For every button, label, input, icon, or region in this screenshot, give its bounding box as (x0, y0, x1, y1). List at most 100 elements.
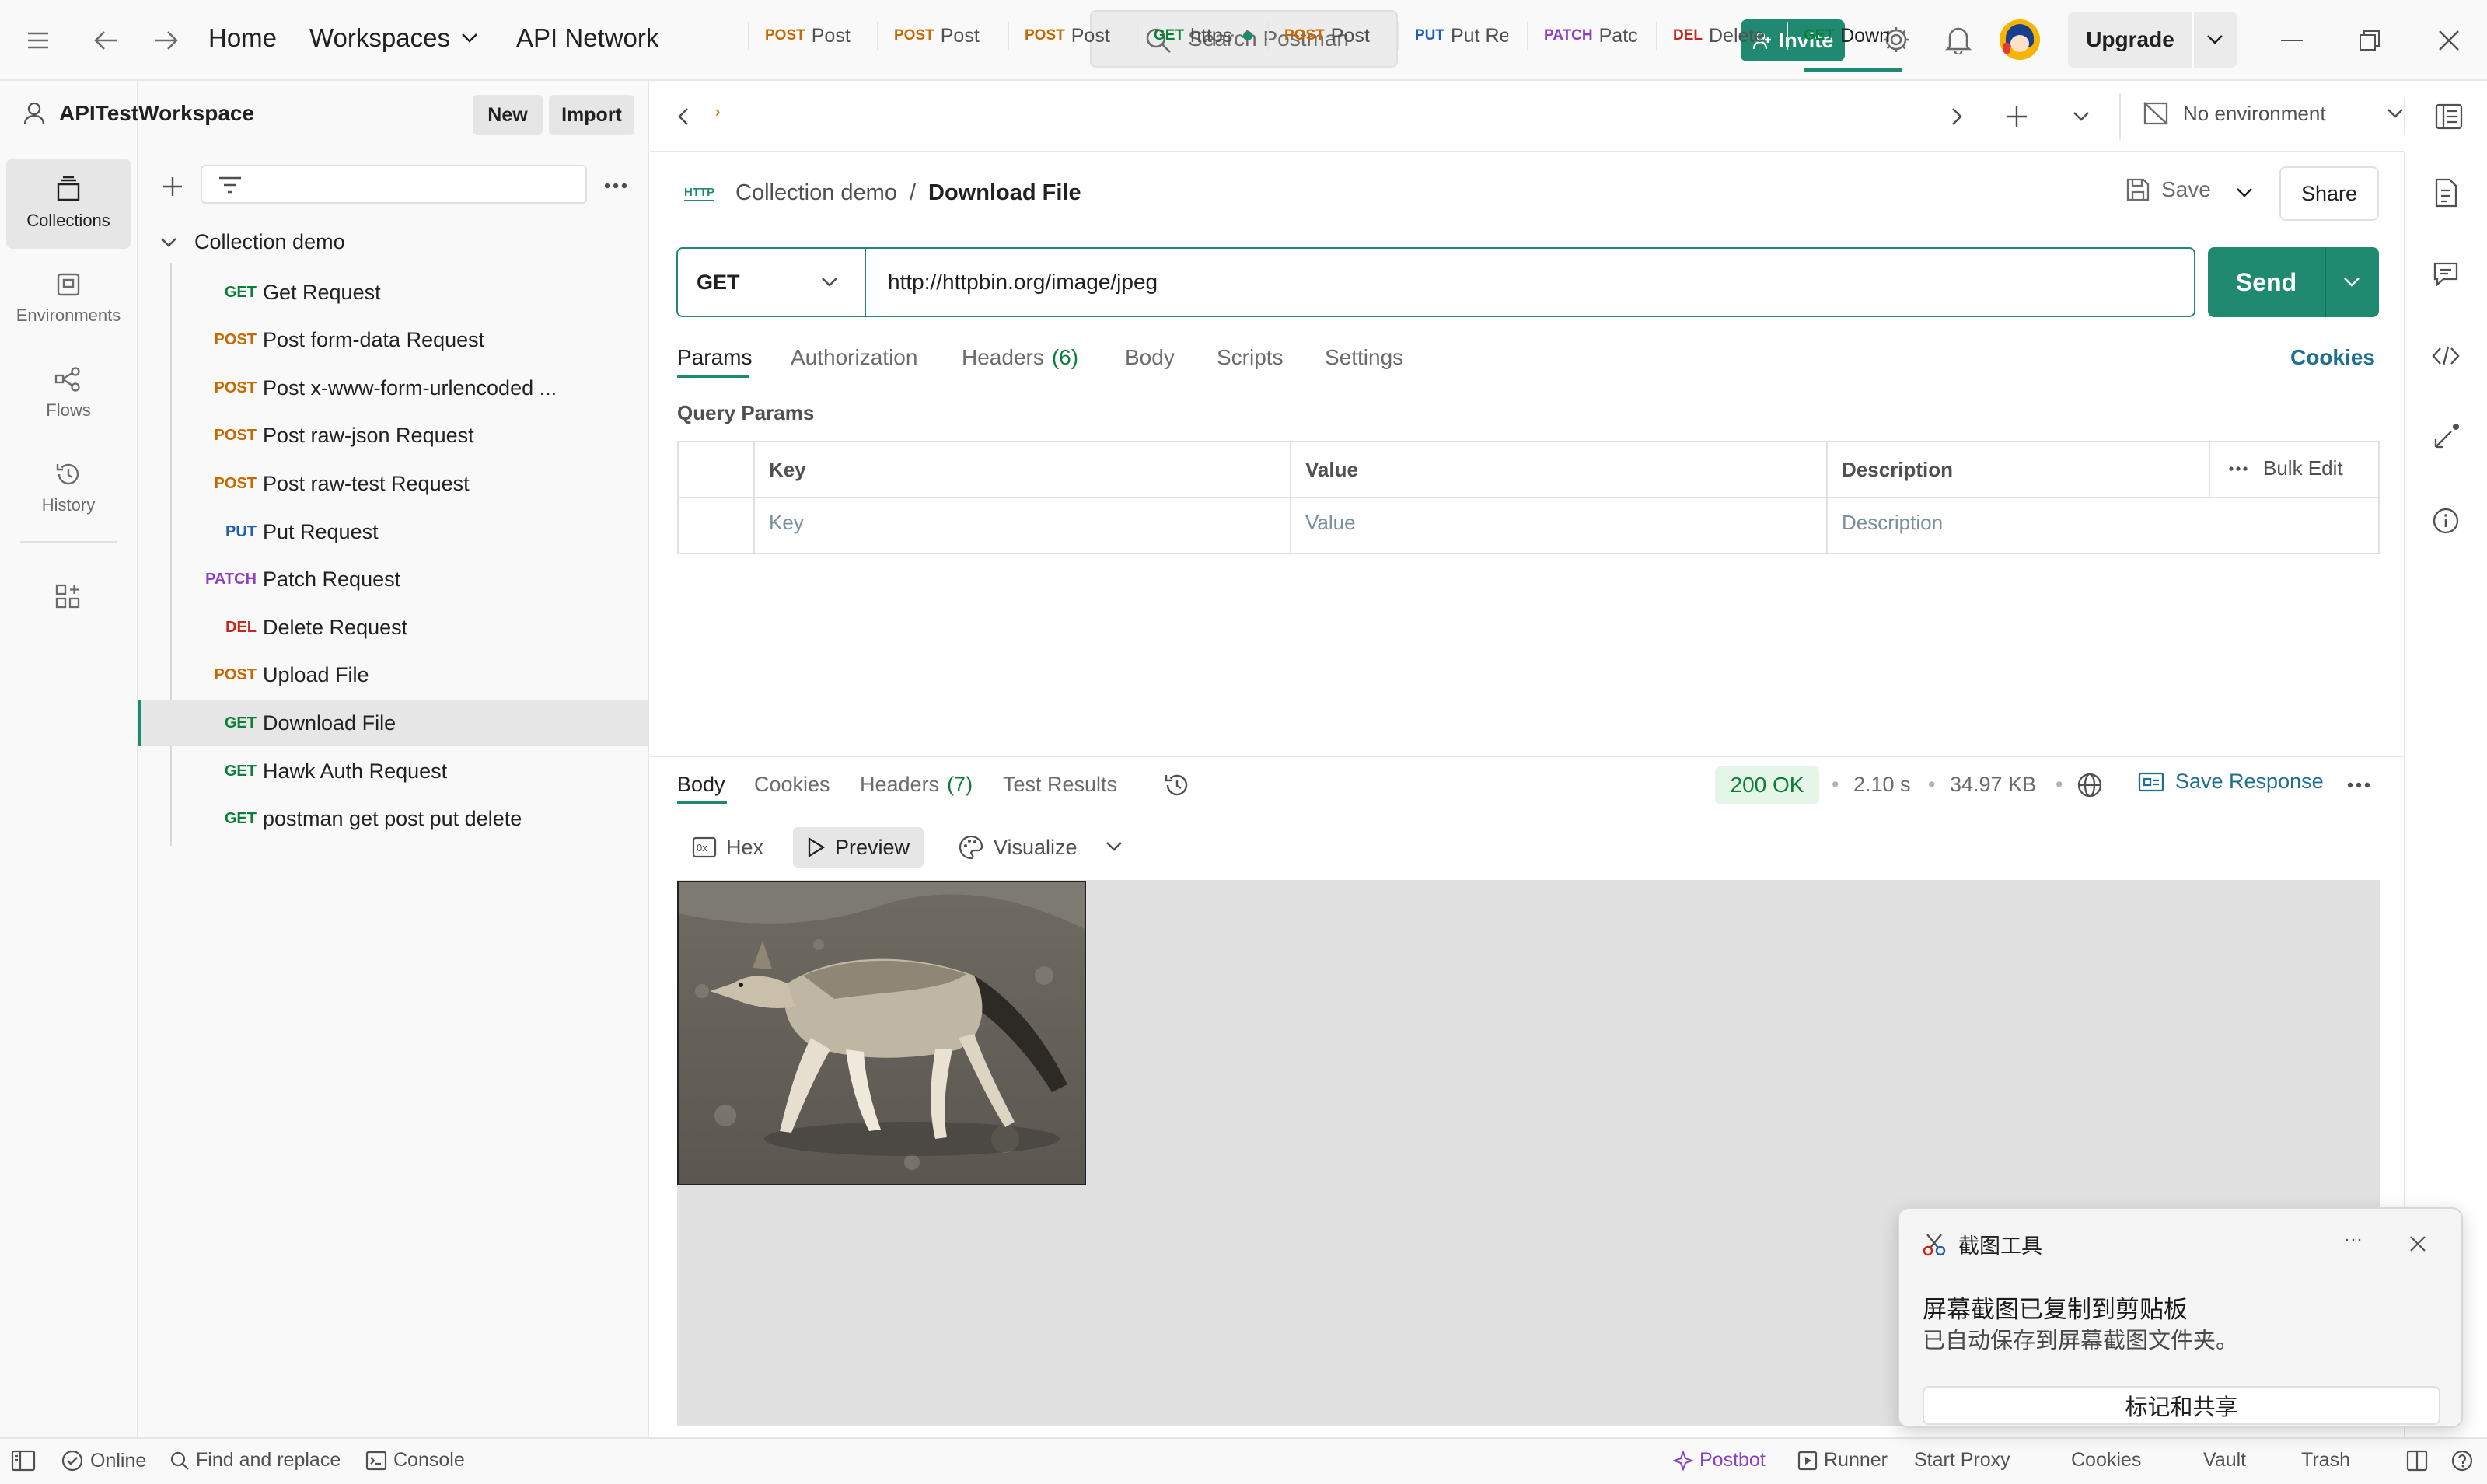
avatar[interactable] (2000, 19, 2040, 60)
documentation-icon[interactable] (2430, 176, 2461, 210)
response-tab-body[interactable]: Body (677, 773, 725, 797)
tabs-scroll-right-icon[interactable] (1945, 103, 1968, 131)
save-button[interactable]: Save (2125, 177, 2211, 202)
collection-request-item[interactable]: DEL Delete Request (138, 604, 648, 651)
import-button[interactable]: Import (549, 95, 634, 135)
api-network-link[interactable]: API Network (516, 23, 658, 53)
response-tab-cookies[interactable]: Cookies (754, 773, 830, 797)
more-options-icon[interactable] (600, 174, 631, 197)
chevron-down-icon[interactable] (2343, 277, 2360, 288)
tab-params[interactable]: Params (677, 345, 752, 370)
collection-request-item[interactable]: GET Get Request (138, 269, 648, 316)
related-collections-icon[interactable] (2429, 420, 2463, 454)
tab-scripts[interactable]: Scripts (1217, 345, 1284, 370)
collection-request-item[interactable]: POST Post x-www-form-urlencoded ... (138, 365, 648, 411)
environment-quick-look-icon[interactable] (2432, 100, 2466, 134)
restore-window-icon[interactable] (2354, 25, 2385, 56)
configure-workbench-icon[interactable] (51, 580, 84, 613)
request-tab[interactable]: PATCH Patc (1544, 0, 1637, 72)
tab-settings[interactable]: Settings (1325, 345, 1403, 370)
collection-request-item[interactable]: GET Download File (138, 700, 648, 747)
collection-request-item[interactable]: GET postman get post put delete (138, 796, 648, 843)
start-proxy-button[interactable]: Start Proxy (1914, 1449, 2010, 1472)
online-status[interactable]: Online (61, 1449, 146, 1472)
request-tab[interactable]: GET Down (1804, 0, 1902, 72)
request-tab[interactable]: PUT Put Re (1415, 0, 1508, 72)
collection-request-item[interactable]: POST Post form-data Request (138, 317, 648, 364)
add-collection-icon[interactable] (159, 173, 187, 201)
nav-history[interactable]: History (6, 443, 131, 533)
environment-selector[interactable]: No environment (2143, 101, 2404, 126)
response-history-icon[interactable] (1161, 770, 1193, 801)
collection-request-item[interactable]: POST Post raw-test Request (138, 460, 648, 507)
nav-collections[interactable]: Collections (6, 159, 131, 249)
response-tab-test-results[interactable]: Test Results (1003, 773, 1117, 797)
tab-partial[interactable]: › (715, 104, 720, 121)
close-window-icon[interactable] (2433, 25, 2464, 56)
collection-request-item[interactable]: GET Hawk Auth Request (138, 748, 648, 794)
code-snippet-icon[interactable] (2430, 340, 2461, 372)
new-tab-plus-icon[interactable] (2001, 101, 2032, 132)
request-tab[interactable]: POST Post (765, 0, 858, 72)
runner-button[interactable]: Runner (1797, 1449, 1888, 1472)
find-replace-button[interactable]: Find and replace (169, 1449, 341, 1472)
response-size[interactable]: 34.97 KB (1950, 773, 2036, 797)
trash-button[interactable]: Trash (2301, 1449, 2350, 1472)
comments-icon[interactable] (2430, 258, 2461, 289)
response-tab-headers[interactable]: Headers (7) (860, 773, 973, 797)
upgrade-button[interactable]: Upgrade (2068, 12, 2237, 68)
share-button[interactable]: Share (2279, 166, 2379, 221)
method-select[interactable]: GET (676, 247, 866, 317)
toast-close-icon[interactable] (2406, 1232, 2429, 1255)
description-input[interactable]: Description (1842, 511, 1943, 535)
workspace-header[interactable]: APITestWorkspace (23, 101, 254, 126)
collection-request-item[interactable]: POST Post raw-json Request (138, 413, 648, 459)
view-visualize-button[interactable]: Visualize (944, 827, 1092, 868)
key-input[interactable]: Key (769, 511, 804, 535)
toast-more-button[interactable]: ··· (2344, 1229, 2363, 1251)
status-badge[interactable]: 200 OK (1715, 766, 1819, 804)
value-input[interactable]: Value (1305, 511, 1356, 535)
menu-icon[interactable] (23, 26, 53, 54)
toast-action-button[interactable]: 标记和共享 (1923, 1386, 2440, 1425)
nav-environments[interactable]: Environments (6, 253, 131, 344)
collection-request-item[interactable]: PATCH Patch Request (138, 557, 648, 603)
response-divider[interactable] (650, 756, 2404, 757)
view-options-chevron-icon[interactable] (1102, 836, 1126, 857)
new-button[interactable]: New (473, 95, 543, 135)
response-more-icon[interactable] (2343, 776, 2374, 794)
workspaces-menu[interactable]: Workspaces (309, 23, 478, 53)
info-icon[interactable] (2430, 505, 2461, 536)
tabs-menu-chevron-icon[interactable] (2070, 107, 2093, 126)
request-tab[interactable]: POST Post (1284, 0, 1378, 72)
collection-request-item[interactable]: PUT Put Request (138, 508, 648, 555)
snipping-tool-notification[interactable]: 截图工具 ··· 屏幕截图已复制到剪贴板 已自动保存到屏幕截图文件夹。 标记和共… (1898, 1207, 2463, 1428)
minimize-window-icon[interactable] (2276, 25, 2307, 56)
chevron-down-icon[interactable] (2206, 34, 2223, 45)
tab-body[interactable]: Body (1125, 345, 1175, 370)
cookies-link[interactable]: Cookies (2290, 345, 2375, 370)
request-tab[interactable]: DEL Delete (1673, 0, 1765, 72)
collection-request-item[interactable]: POST Upload File (138, 652, 648, 699)
cookies-status-button[interactable]: Cookies (2071, 1449, 2141, 1472)
request-tab[interactable]: POST Post (894, 0, 987, 72)
send-button[interactable]: Send (2208, 247, 2379, 317)
tab-authorization[interactable]: Authorization (791, 345, 917, 370)
bulk-edit-button[interactable]: Bulk Edit (2229, 456, 2343, 480)
view-hex-button[interactable]: 0x Hex (678, 827, 777, 868)
save-options-chevron-icon[interactable] (2231, 182, 2258, 204)
notifications-bell-icon[interactable] (1942, 23, 1975, 56)
postbot-button[interactable]: Postbot (1673, 1449, 1766, 1472)
request-tab[interactable]: GET https (1154, 0, 1263, 72)
tab-headers[interactable]: Headers (6) (962, 345, 1078, 370)
forward-arrow-icon[interactable] (151, 25, 182, 56)
home-link[interactable]: Home (208, 23, 277, 53)
breadcrumb-collection[interactable]: Collection demo (735, 180, 897, 206)
tabs-scroll-left-icon[interactable] (672, 103, 695, 131)
console-button[interactable]: Console (365, 1449, 465, 1472)
response-time[interactable]: 2.10 s (1853, 773, 1911, 797)
toggle-sidebar-icon[interactable] (9, 1449, 37, 1472)
request-tab[interactable]: POST Post (1025, 0, 1118, 72)
two-pane-view-icon[interactable] (2404, 1447, 2430, 1474)
save-response-button[interactable]: Save Response (2138, 770, 2324, 794)
